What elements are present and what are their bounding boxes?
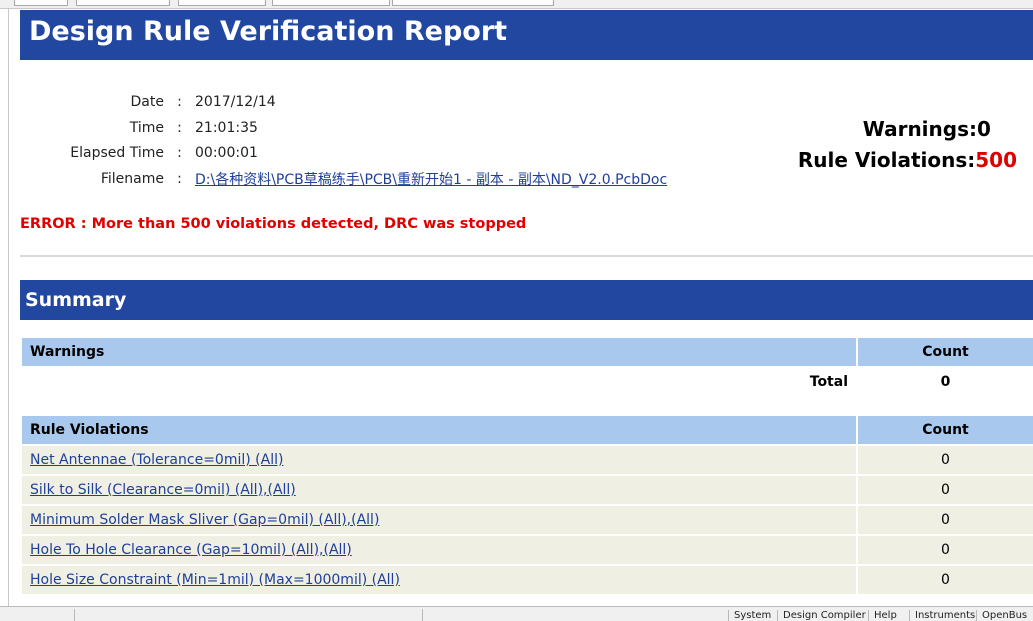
rule-cell: Silk to Silk (Clearance=0mil) (All),(All…	[22, 476, 856, 504]
summary-heading: Summary	[20, 280, 1033, 320]
table-row: Minimum Solder Mask Sliver (Gap=0mil) (A…	[22, 506, 1033, 534]
table-header-row: Rule Violations Count	[22, 416, 1033, 444]
rule-link[interactable]: Hole To Hole Clearance (Gap=10mil) (All)…	[30, 542, 352, 558]
meta-colon: :	[177, 93, 182, 110]
status-separator	[422, 609, 423, 621]
panel-button-system[interactable]: System	[728, 610, 774, 621]
document-tab[interactable]	[14, 0, 68, 6]
rule-link[interactable]: Hole Size Constraint (Min=1mil) (Max=100…	[30, 572, 400, 588]
violations-value: 500	[975, 148, 1017, 172]
stat-colon: :	[967, 148, 976, 172]
rule-cell: Hole To Hole Clearance (Gap=10mil) (All)…	[22, 536, 856, 564]
top-tab-strip	[0, 0, 1033, 9]
report-stats: Warnings:0 Rule Violations:500	[798, 114, 1017, 176]
status-bar: System Design Compiler Help Instruments …	[0, 606, 1033, 621]
table-row: Hole Size Constraint (Min=1mil) (Max=100…	[22, 566, 1033, 594]
panel-button-instruments[interactable]: Instruments	[909, 610, 975, 621]
rule-cell: Net Antennae (Tolerance=0mil) (All)	[22, 446, 856, 474]
count-cell: 0	[858, 476, 1033, 504]
status-separator	[74, 609, 75, 621]
count-cell: 0	[858, 446, 1033, 474]
document-tab[interactable]	[272, 0, 390, 6]
meta-elapsed-time: Elapsed Time : 00:00:01	[20, 140, 667, 166]
meta-colon: :	[177, 170, 182, 187]
warnings-stat: Warnings:0	[798, 114, 1017, 145]
meta-time: Time : 21:01:35	[20, 115, 667, 141]
meta-label: Elapsed Time	[70, 145, 164, 162]
meta-value: 2017/12/14	[195, 93, 276, 110]
meta-date: Date : 2017/12/14	[20, 89, 667, 115]
meta-value: 21:01:35	[195, 119, 258, 136]
meta-label: Date	[130, 93, 164, 110]
filename-link[interactable]: D:\各种资料\PCB草稿练手\PCB\重新开始1 - 副本 - 副本\ND_V…	[195, 169, 667, 189]
warnings-header: Warnings	[22, 338, 856, 366]
meta-filename: Filename : D:\各种资料\PCB草稿练手\PCB\重新开始1 - 副…	[20, 166, 667, 192]
panel-button-design-compiler[interactable]: Design Compiler	[777, 610, 867, 621]
count-cell: 0	[858, 536, 1033, 564]
total-row: Total 0	[22, 368, 1033, 396]
table-header-row: Warnings Count	[22, 338, 1033, 366]
total-value: 0	[940, 374, 951, 390]
meta-value: 00:00:01	[195, 145, 258, 162]
violations-stat: Rule Violations:500	[798, 145, 1017, 176]
count-header: Count	[858, 416, 1033, 444]
report-title: Design Rule Verification Report	[20, 10, 1033, 60]
meta-label: Time	[129, 119, 164, 136]
report-meta: Date : 2017/12/14 Time : 21:01:35 Elapse…	[20, 89, 667, 192]
count-header: Count	[858, 338, 1033, 366]
error-message: ERROR : More than 500 violations detecte…	[20, 216, 527, 232]
stat-colon: :	[969, 117, 977, 141]
table-row: Hole To Hole Clearance (Gap=10mil) (All)…	[22, 536, 1033, 564]
count-cell: 0	[858, 506, 1033, 534]
warnings-table: Warnings Count Total 0	[20, 336, 1033, 398]
rule-cell: Minimum Solder Mask Sliver (Gap=0mil) (A…	[22, 506, 856, 534]
meta-colon: :	[177, 119, 182, 136]
violations-label: Rule Violations	[797, 148, 968, 172]
document-tab[interactable]	[392, 0, 554, 6]
violations-header: Rule Violations	[22, 416, 856, 444]
meta-label: Filename	[100, 170, 164, 187]
total-label: Total	[809, 374, 848, 390]
panel-button-openbus[interactable]: OpenBus	[976, 610, 1033, 621]
rule-cell: Hole Size Constraint (Min=1mil) (Max=100…	[22, 566, 856, 594]
document-tab[interactable]	[76, 0, 170, 6]
page-left-border	[8, 9, 9, 606]
rule-link[interactable]: Silk to Silk (Clearance=0mil) (All),(All…	[30, 482, 296, 498]
table-row: Silk to Silk (Clearance=0mil) (All),(All…	[22, 476, 1033, 504]
rule-link[interactable]: Minimum Solder Mask Sliver (Gap=0mil) (A…	[30, 512, 379, 528]
meta-colon: :	[177, 145, 182, 162]
warnings-label: Warnings	[862, 117, 969, 141]
rule-link[interactable]: Net Antennae (Tolerance=0mil) (All)	[30, 452, 283, 468]
table-row: Net Antennae (Tolerance=0mil) (All) 0	[22, 446, 1033, 474]
document-tab[interactable]	[178, 0, 266, 6]
count-cell: 0	[858, 566, 1033, 594]
warnings-value: 0	[977, 117, 991, 141]
report-page: Design Rule Verification Report Date : 2…	[0, 9, 1033, 606]
panel-button-help[interactable]: Help	[868, 610, 906, 621]
violations-table: Rule Violations Count Net Antennae (Tole…	[20, 414, 1033, 596]
divider	[20, 255, 1033, 257]
